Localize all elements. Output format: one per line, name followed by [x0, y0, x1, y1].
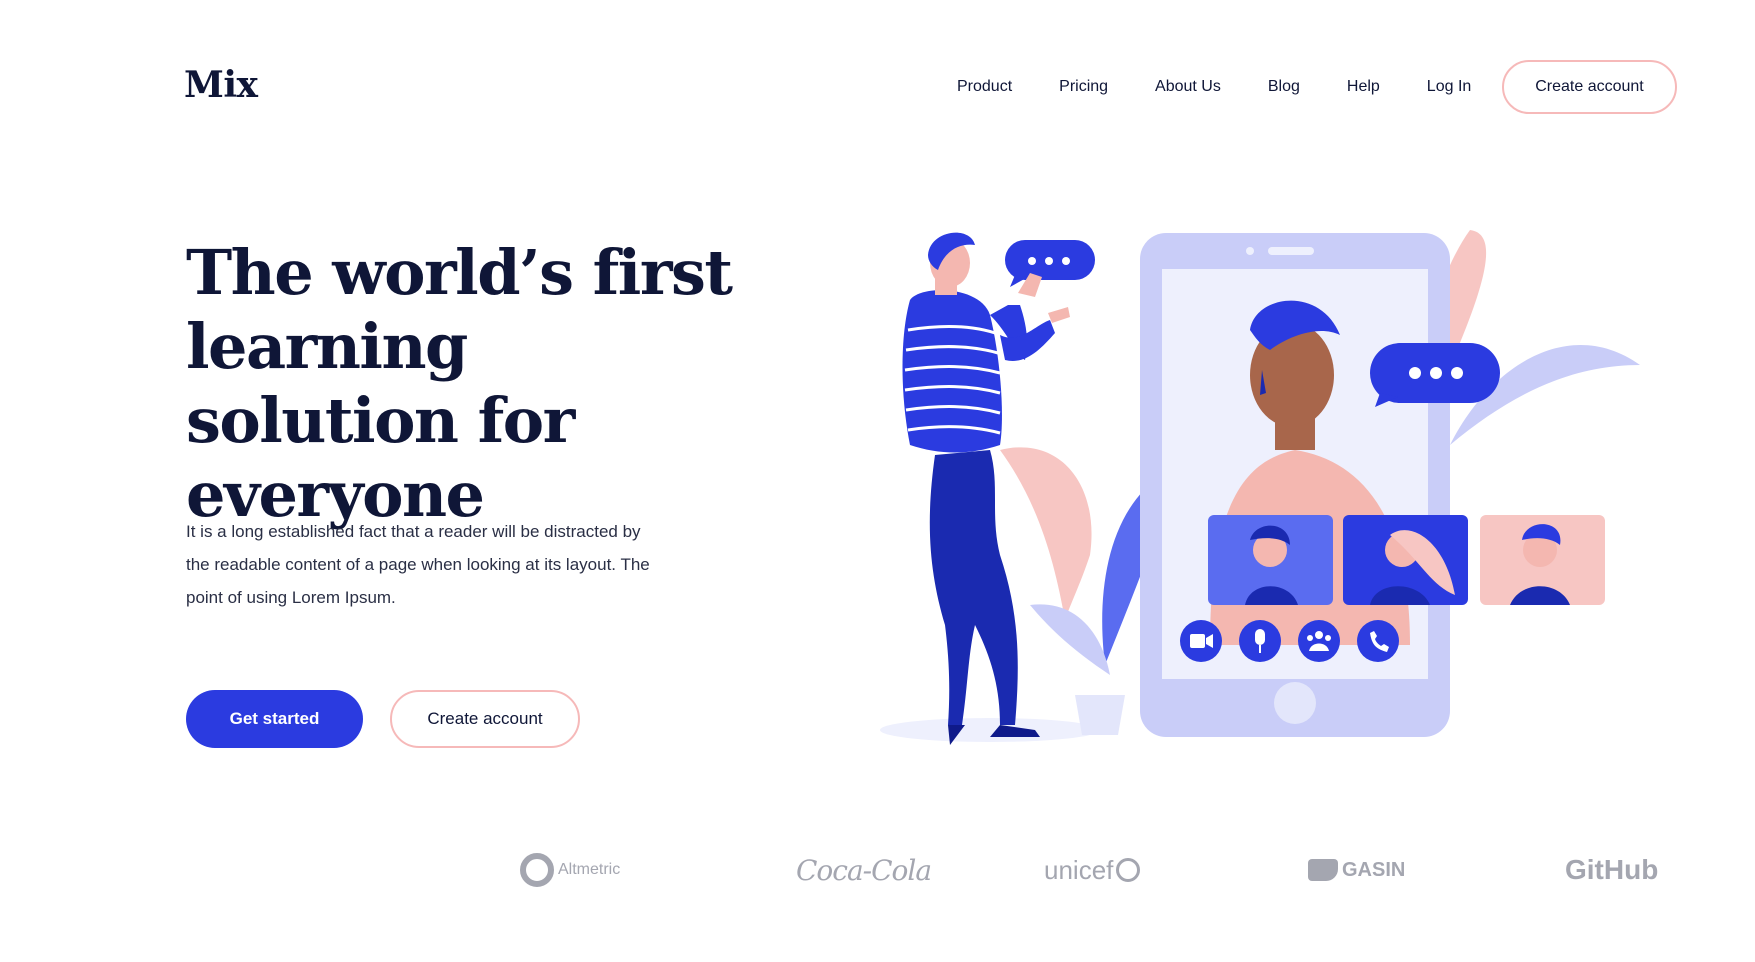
video-tile	[1343, 515, 1468, 605]
microphone-icon[interactable]	[1239, 620, 1281, 662]
phone-icon[interactable]	[1357, 620, 1399, 662]
hero-illustration	[880, 230, 1640, 745]
logo[interactable]: Mix	[184, 64, 258, 106]
hero-create-account-button[interactable]: Create account	[390, 690, 580, 748]
hero-title: The world’s first learning solution for …	[186, 236, 733, 531]
partner-logos: Altmetric Coca-Cola unicef GASIN GitHub	[520, 845, 1680, 895]
github-logo: GitHub	[1565, 854, 1659, 885]
nav-create-account-button[interactable]: Create account	[1502, 60, 1677, 114]
video-tile	[1208, 515, 1333, 605]
chat-bubble-icon	[1005, 240, 1095, 287]
nav-blog[interactable]: Blog	[1268, 78, 1300, 96]
nav-help[interactable]: Help	[1347, 78, 1380, 96]
altmetric-ring-icon	[520, 853, 554, 887]
phone-home-button	[1274, 682, 1316, 724]
cocacola-logo: Coca-Cola	[796, 853, 932, 887]
gasin-logo: GASIN	[1308, 845, 1405, 895]
nav-about-us[interactable]: About Us	[1155, 78, 1221, 96]
main-nav: Product Pricing About Us Blog Help Log I…	[957, 78, 1471, 96]
floor-shadow	[880, 718, 1100, 742]
nav-pricing[interactable]: Pricing	[1059, 78, 1108, 96]
plant-pot	[1075, 695, 1125, 735]
unicef-logo: unicef	[1044, 845, 1141, 895]
nav-log-in[interactable]: Log In	[1427, 78, 1471, 96]
get-started-button[interactable]: Get started	[186, 690, 363, 748]
chat-bubble-icon	[1370, 343, 1500, 407]
video-icon[interactable]	[1180, 620, 1222, 662]
gasin-mark-icon	[1308, 859, 1338, 881]
altmetric-logo: Altmetric	[520, 845, 620, 895]
globe-icon	[1116, 858, 1141, 882]
hero-description: It is a long established fact that a rea…	[186, 522, 650, 607]
group-icon[interactable]	[1298, 620, 1340, 662]
nav-product[interactable]: Product	[957, 78, 1012, 96]
video-tile	[1480, 515, 1605, 605]
